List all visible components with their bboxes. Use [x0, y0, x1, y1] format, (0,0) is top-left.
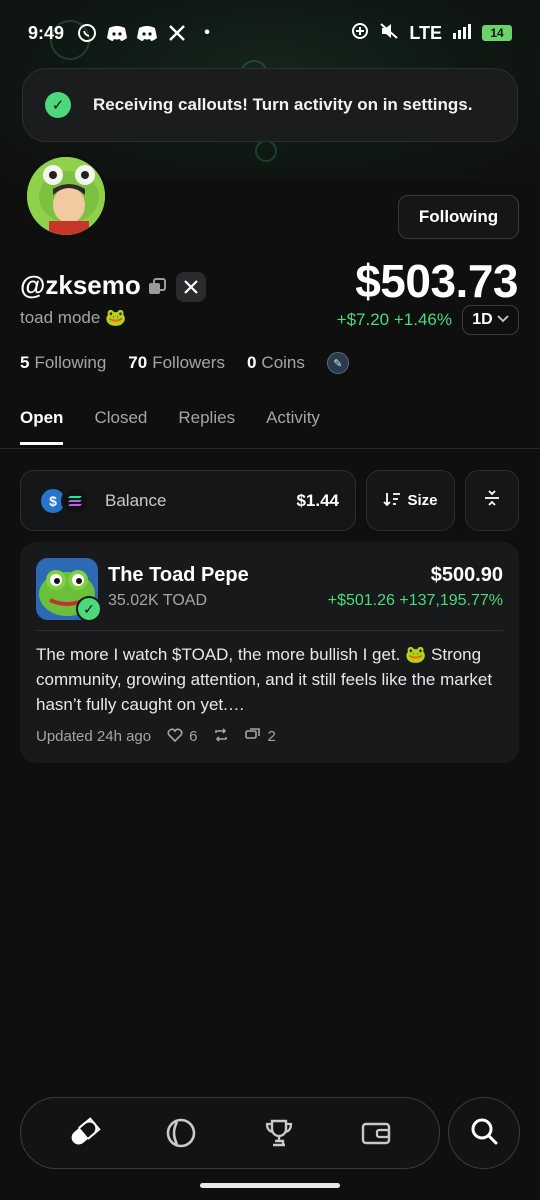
token-name[interactable]: The Toad Pepe [108, 564, 249, 587]
tab-open[interactable]: Open [20, 402, 64, 445]
solana-icon [61, 486, 89, 515]
followers-stat[interactable]: 70 Followers [128, 353, 225, 373]
position-value: $500.90 [430, 564, 503, 586]
callouts-toast[interactable]: ✓ Receiving callouts! Turn activity on i… [22, 68, 518, 142]
comment-count: 2 [267, 728, 276, 745]
coins-count: 0 [246, 353, 257, 372]
followers-label: Followers [152, 353, 225, 372]
mute-icon [379, 22, 399, 45]
period-label: 1D [472, 311, 493, 328]
sort-icon [383, 491, 401, 511]
x-logo-icon [164, 20, 190, 46]
card-divider [36, 630, 503, 631]
toast-message: Receiving callouts! Turn activity on in … [93, 95, 473, 114]
sort-label: Size [407, 492, 438, 509]
network-type: LTE [409, 22, 442, 43]
avatar[interactable] [24, 154, 108, 238]
x-profile-link-icon[interactable] [176, 272, 206, 302]
repost-icon[interactable] [213, 728, 229, 745]
portfolio-change: +$7.20 +1.46% [336, 310, 452, 329]
verified-check-icon: ✓ [76, 596, 102, 622]
updated-time: Updated 24h ago [36, 728, 152, 745]
nav-pill-icon[interactable] [54, 1103, 114, 1163]
followers-count: 70 [128, 353, 148, 372]
signal-icon [452, 23, 472, 44]
profile-handle: @zksemo [20, 270, 141, 300]
profile-bio: toad mode 🐸 [20, 308, 127, 327]
post-text: The more I watch $TOAD, the more bullish… [36, 645, 493, 714]
sort-size-button[interactable]: Size [366, 470, 455, 531]
period-selector[interactable]: 1D [462, 305, 519, 335]
status-bar: 9:49 • LTE 14 [0, 0, 540, 66]
comment-icon[interactable] [245, 728, 261, 745]
position-card[interactable]: ✓ The Toad Pepe 35.02K TOAD $500.90 +$50… [20, 542, 519, 763]
coins-label: Coins [261, 353, 305, 372]
status-time: 9:49 [28, 22, 65, 43]
profile-stats: 5 Following 70 Followers 0 Coins ✎ [20, 352, 349, 374]
following-button[interactable]: Following [398, 195, 519, 239]
copy-icon[interactable] [146, 276, 168, 298]
battery-icon: 14 [482, 25, 512, 41]
discord-icon [134, 20, 160, 46]
nav-wallet-icon[interactable] [346, 1103, 406, 1163]
tab-replies[interactable]: Replies [178, 402, 235, 445]
nav-explore-icon[interactable] [151, 1103, 211, 1163]
balance-card[interactable]: $ Balance $1.44 [20, 470, 356, 531]
like-count: 6 [189, 728, 198, 745]
token-quantity: 35.02K TOAD [108, 592, 208, 609]
following-stat[interactable]: 5 Following [20, 353, 106, 373]
filter-button[interactable] [465, 470, 519, 531]
profile-tabs: Open Closed Replies Activity [20, 402, 351, 445]
tab-closed[interactable]: Closed [94, 402, 147, 445]
search-button[interactable] [448, 1097, 520, 1169]
bottom-nav [20, 1097, 440, 1169]
balance-amount: $1.44 [296, 490, 339, 510]
heart-icon[interactable] [167, 728, 183, 745]
data-saver-icon [351, 22, 369, 45]
following-label: Following [34, 353, 107, 372]
search-icon [468, 1115, 500, 1152]
balance-label: Balance [105, 490, 167, 510]
tab-activity[interactable]: Activity [266, 402, 320, 445]
notification-dot-icon: • [204, 24, 210, 41]
discord-icon [104, 20, 130, 46]
home-indicator[interactable] [200, 1183, 340, 1188]
tabs-divider [0, 448, 540, 449]
following-count: 5 [20, 353, 30, 372]
badge-icon[interactable]: ✎ [326, 352, 349, 374]
post-meta: Updated 24h ago 6 2 [36, 728, 276, 745]
chevron-down-icon [497, 314, 509, 326]
check-circle-icon: ✓ [45, 92, 71, 118]
whatsapp-icon [74, 20, 100, 46]
portfolio-value: $503.73 [355, 255, 518, 307]
coins-stat[interactable]: 0 Coins [247, 353, 305, 373]
collapse-icon [482, 488, 502, 513]
position-gain: +$501.26 +137,195.77% [327, 592, 503, 609]
nav-trophy-icon[interactable] [249, 1103, 309, 1163]
